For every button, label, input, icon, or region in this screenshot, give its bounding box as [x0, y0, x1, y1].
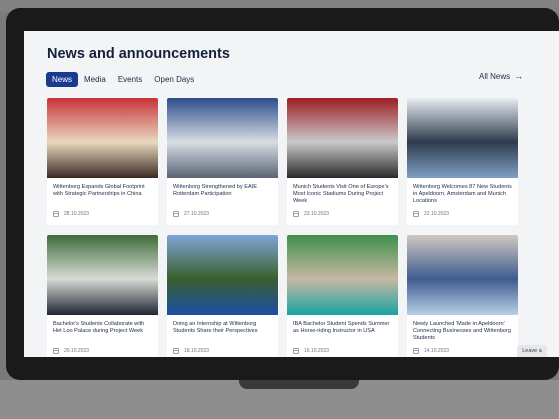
delegation-meeting-photo[interactable]: [47, 98, 158, 178]
website-screen: News and announcements News Media Events…: [24, 31, 559, 357]
news-card-date-row: 18.10.2023: [173, 348, 209, 354]
news-card[interactable]: Doing an Internship at Wittenborg Studen…: [167, 235, 278, 357]
campus-building-photo[interactable]: [167, 235, 278, 315]
news-card-date: 28.10.2023: [64, 211, 90, 217]
section-heading: News and announcements: [47, 46, 230, 62]
award-group-photo[interactable]: [407, 235, 518, 315]
news-card-date: 27.10.2023: [184, 211, 210, 217]
calendar-icon: [173, 348, 179, 354]
news-card-date: 18.10.2023: [184, 348, 210, 354]
students-group-photo[interactable]: [407, 98, 518, 178]
tab-open-days[interactable]: Open Days: [148, 72, 200, 87]
calendar-icon: [53, 348, 59, 354]
arrow-right-icon: →: [514, 71, 524, 81]
calendar-icon: [53, 211, 59, 217]
news-card-title[interactable]: Newly Launched 'Made in Apeldoorn' Conne…: [413, 321, 513, 341]
news-card-date-row: 22.10.2023: [413, 211, 449, 217]
news-card-title[interactable]: Doing an Internship at Wittenborg Studen…: [173, 321, 273, 335]
news-card[interactable]: Wittenborg Strengthened by EAIE Rotterda…: [167, 98, 278, 225]
news-card-title[interactable]: Bachelor's Students Collaborate with Het…: [53, 321, 153, 335]
news-card-date: 14.10.2023: [424, 348, 450, 354]
calendar-icon: [413, 348, 419, 354]
news-card-date-row: 23.10.2023: [293, 211, 329, 217]
news-card-date: 20.10.2023: [64, 348, 90, 354]
news-card[interactable]: Wittenborg Welcomes 87 New Students in A…: [407, 98, 518, 225]
news-card-date: 22.10.2023: [424, 211, 450, 217]
all-news-label: All News: [479, 72, 511, 81]
news-card-date-row: 27.10.2023: [173, 211, 209, 217]
tab-news[interactable]: News: [46, 72, 79, 87]
conference-booth-photo[interactable]: [167, 98, 278, 178]
news-card[interactable]: IBA Bachelor Student Spends Summer as Ho…: [287, 235, 398, 357]
news-card-date-row: 16.10.2023: [293, 348, 329, 354]
tab-media[interactable]: Media: [78, 72, 112, 87]
news-card-title[interactable]: Wittenborg Expands Global Footprint with…: [53, 184, 153, 198]
calendar-icon: [413, 211, 419, 217]
calendar-icon: [293, 211, 299, 217]
all-news-link[interactable]: All News →: [479, 71, 524, 82]
horse-rider-photo[interactable]: [287, 235, 398, 315]
calendar-icon: [293, 348, 299, 354]
news-card-title[interactable]: Munich Students Visit One of Europe's Mo…: [293, 184, 393, 204]
news-tabs: News Media Events Open Days: [46, 72, 200, 87]
news-card-date-row: 14.10.2023: [413, 348, 449, 354]
news-card-title[interactable]: Wittenborg Strengthened by EAIE Rotterda…: [173, 184, 273, 198]
news-card-date-row: 28.10.2023: [53, 211, 89, 217]
news-card[interactable]: Newly Launched 'Made in Apeldoorn' Conne…: [407, 235, 518, 357]
stadium-group-photo[interactable]: [287, 98, 398, 178]
news-card[interactable]: Bachelor's Students Collaborate with Het…: [47, 235, 158, 357]
laptop-hinge-notch: [239, 380, 359, 389]
news-card-title[interactable]: Wittenborg Welcomes 87 New Students in A…: [413, 184, 513, 204]
news-card[interactable]: Wittenborg Expands Global Footprint with…: [47, 98, 158, 225]
news-card-date-row: 20.10.2023: [53, 348, 89, 354]
palace-students-photo[interactable]: [47, 235, 158, 315]
news-card-date: 23.10.2023: [304, 211, 330, 217]
leave-feedback-tab[interactable]: Leave a: [517, 345, 547, 357]
news-card-title[interactable]: IBA Bachelor Student Spends Summer as Ho…: [293, 321, 393, 335]
tab-events[interactable]: Events: [112, 72, 148, 87]
news-card[interactable]: Munich Students Visit One of Europe's Mo…: [287, 98, 398, 225]
calendar-icon: [173, 211, 179, 217]
news-card-date: 16.10.2023: [304, 348, 330, 354]
